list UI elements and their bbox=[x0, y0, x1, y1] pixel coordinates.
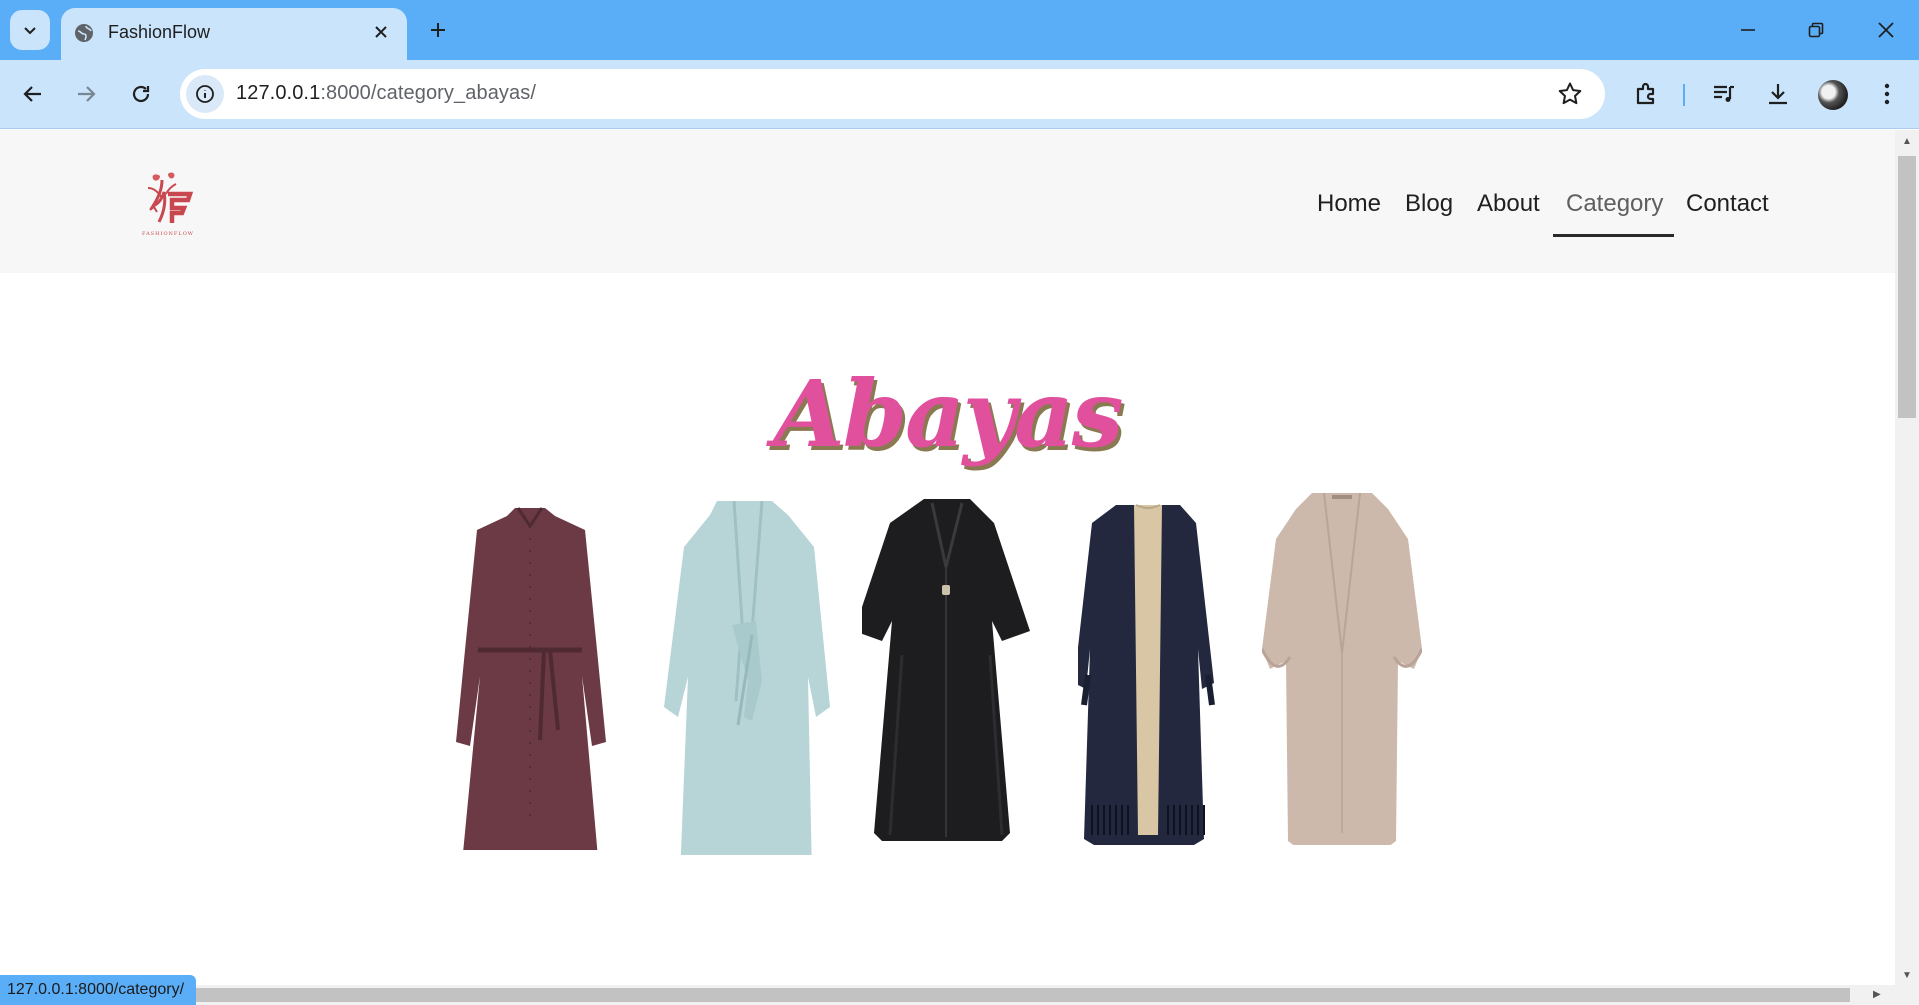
playlist-music-icon bbox=[1714, 85, 1734, 102]
globe-icon bbox=[75, 24, 93, 42]
restore-icon bbox=[1808, 22, 1824, 38]
nav-contact[interactable]: Contact bbox=[1686, 190, 1769, 218]
url-path: :8000/category_abayas/ bbox=[320, 82, 536, 104]
minimize-icon bbox=[1741, 29, 1755, 31]
product-navy-fringe-abaya[interactable] bbox=[1078, 495, 1218, 855]
close-window-button[interactable] bbox=[1858, 8, 1914, 52]
arrow-left-icon bbox=[23, 86, 41, 102]
restore-button[interactable] bbox=[1788, 8, 1844, 52]
profile-avatar[interactable] bbox=[1818, 80, 1848, 110]
browser-toolbar: 127.0.0.1:8000/category_abayas/ bbox=[0, 60, 1919, 129]
product-beige-balloon-sleeve-abaya[interactable] bbox=[1262, 485, 1422, 845]
close-tab-icon[interactable] bbox=[369, 20, 393, 44]
nav-about[interactable]: About bbox=[1477, 190, 1540, 218]
tab-title: FashionFlow bbox=[108, 22, 211, 42]
logo-text: FASHIONFLOW bbox=[142, 231, 194, 237]
chevron-down-icon bbox=[24, 27, 36, 35]
site-info-icon[interactable] bbox=[186, 75, 224, 113]
site-header: FASHIONFLOW Home Blog About Category Con… bbox=[0, 130, 1895, 273]
address-bar[interactable]: 127.0.0.1:8000/category_abayas/ bbox=[180, 69, 1605, 119]
site-logo[interactable]: FASHIONFLOW bbox=[130, 170, 206, 240]
back-button[interactable] bbox=[13, 74, 53, 114]
plus-icon bbox=[431, 23, 445, 37]
fashionflow-logo-icon bbox=[147, 172, 194, 223]
scroll-up-arrow-icon[interactable]: ▲ bbox=[1901, 136, 1913, 148]
scroll-right-arrow-icon[interactable]: ▶ bbox=[1873, 989, 1885, 1001]
toolbar-separator bbox=[1683, 84, 1685, 106]
nav-blog[interactable]: Blog bbox=[1405, 190, 1453, 218]
page-viewport: FASHIONFLOW Home Blog About Category Con… bbox=[0, 130, 1895, 985]
arrow-right-icon bbox=[78, 86, 96, 102]
close-icon bbox=[1878, 22, 1894, 38]
kebab-menu-icon bbox=[1884, 83, 1890, 105]
horizontal-scrollbar[interactable]: ▶ bbox=[0, 985, 1895, 1005]
puzzle-icon bbox=[1636, 82, 1655, 105]
url-text[interactable]: 127.0.0.1:8000/category_abayas/ bbox=[236, 82, 536, 105]
tab-search-button[interactable] bbox=[10, 10, 50, 50]
download-icon bbox=[1769, 84, 1787, 105]
scroll-down-arrow-icon[interactable]: ▼ bbox=[1901, 970, 1913, 982]
horizontal-scrollbar-thumb[interactable] bbox=[0, 988, 1850, 1002]
browser-tab-strip: FashionFlow bbox=[0, 0, 1919, 60]
nav-active-underline bbox=[1553, 234, 1674, 237]
new-tab-button[interactable] bbox=[422, 14, 454, 46]
minimize-button[interactable] bbox=[1720, 8, 1776, 52]
browser-menu-button[interactable] bbox=[1871, 78, 1903, 110]
extensions-button[interactable] bbox=[1630, 78, 1662, 110]
status-bar-url: 127.0.0.1:8000/category/ bbox=[0, 975, 197, 1005]
reload-button[interactable] bbox=[121, 74, 161, 114]
product-mint-tie-front-abaya[interactable] bbox=[662, 495, 832, 855]
product-black-satin-abaya[interactable] bbox=[862, 495, 1032, 845]
bookmark-star-icon[interactable] bbox=[1557, 81, 1583, 107]
nav-home[interactable]: Home bbox=[1317, 190, 1381, 218]
downloads-button[interactable] bbox=[1762, 78, 1794, 110]
browser-tab-active[interactable]: FashionFlow bbox=[61, 8, 407, 60]
forward-button[interactable] bbox=[66, 74, 106, 114]
url-host: 127.0.0.1 bbox=[236, 82, 321, 104]
product-burgundy-belted-abaya[interactable] bbox=[440, 500, 620, 850]
nav-category[interactable]: Category bbox=[1566, 190, 1663, 218]
vertical-scrollbar-thumb[interactable] bbox=[1898, 156, 1916, 418]
vertical-scrollbar[interactable]: ▲ ▼ bbox=[1895, 130, 1919, 1005]
page-title: Abayas bbox=[773, 360, 1123, 468]
reload-icon bbox=[132, 85, 150, 103]
media-controls-button[interactable] bbox=[1708, 78, 1740, 110]
